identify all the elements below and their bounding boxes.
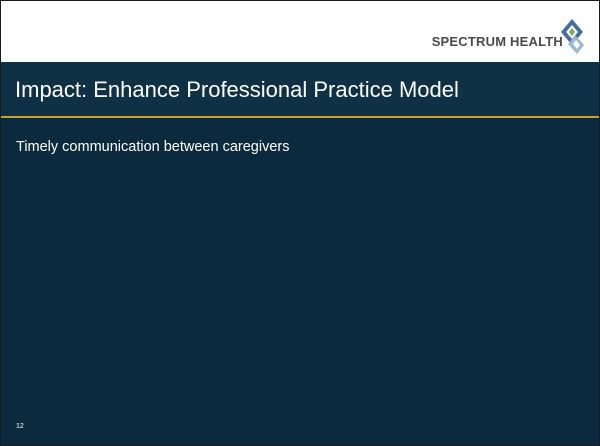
header-band: SPECTRUM HEALTH	[1, 1, 599, 62]
title-band: Impact: Enhance Professional Practice Mo…	[1, 62, 599, 116]
slide: SPECTRUM HEALTH Impact: Enhance Professi…	[0, 0, 600, 446]
title-divider	[1, 116, 599, 118]
page-number: 12	[16, 423, 24, 430]
slide-title: Impact: Enhance Professional Practice Mo…	[15, 77, 459, 102]
bullet-text: Timely communication between caregivers	[16, 139, 290, 155]
logo: SPECTRUM HEALTH	[432, 15, 585, 55]
diamond-logo-icon	[561, 19, 584, 54]
logo-text: SPECTRUM HEALTH	[431, 34, 563, 49]
